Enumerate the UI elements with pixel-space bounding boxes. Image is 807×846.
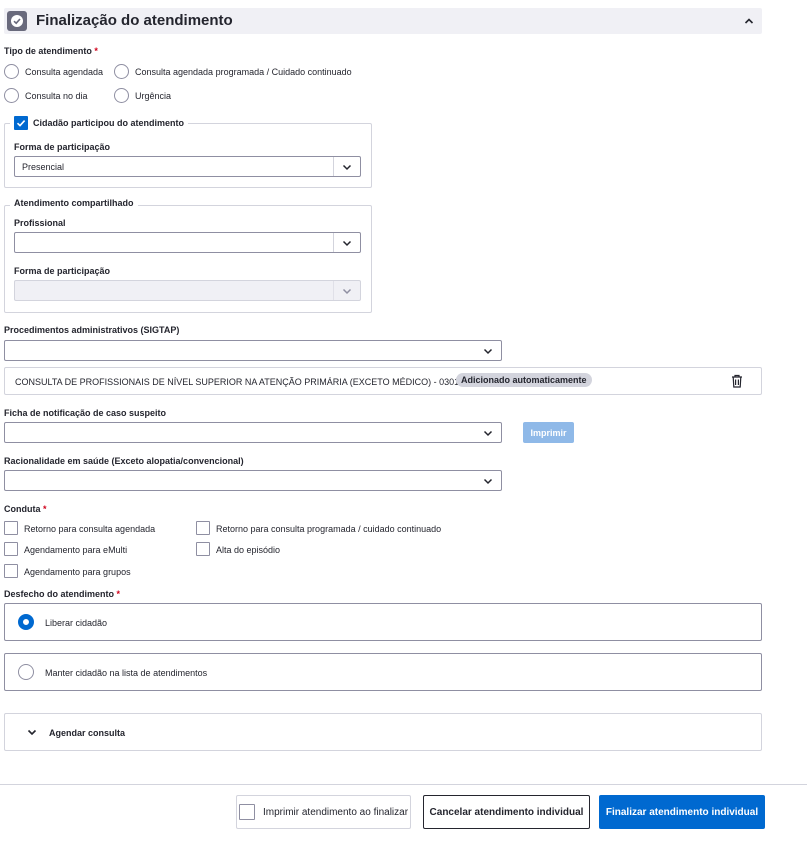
procedimento-item: CONSULTA DE PROFISSIONAIS DE NÍVEL SUPER…: [4, 367, 762, 395]
forma-label: Forma de participação: [14, 142, 111, 152]
checkbox-grupos[interactable]: [4, 564, 18, 578]
checkbox-label: Retorno para consulta programada / cuida…: [216, 524, 442, 534]
checkbox-label: Alta do episódio: [216, 545, 281, 555]
desfecho-option-label: Manter cidadão na lista de atendimentos: [45, 668, 208, 678]
chevron-down-icon: [333, 157, 360, 176]
check-icon: [16, 120, 26, 127]
procedimentos-label: Procedimentos administrativos (SIGTAP): [4, 325, 180, 335]
checkbox-alta-episodio[interactable]: [196, 542, 210, 556]
cidadao-legend: Cidadão participou do atendimento: [10, 115, 189, 131]
section-header[interactable]: Finalização do atendimento: [4, 8, 762, 34]
chevron-down-icon: [333, 233, 360, 252]
chevron-down-icon: [333, 281, 360, 300]
desfecho-option-label: Liberar cidadão: [45, 618, 108, 628]
checkbox-label: Agendamento para grupos: [24, 567, 131, 577]
cancelar-button[interactable]: Cancelar atendimento individual: [423, 795, 590, 829]
radio-label: Consulta no dia: [25, 91, 88, 101]
radio-label: Consulta agendada programada / Cuidado c…: [135, 67, 352, 77]
racionalidade-select[interactable]: [4, 470, 502, 491]
imprimir-button[interactable]: Imprimir: [523, 422, 574, 443]
compartilhado-legend: Atendimento compartilhado: [10, 198, 138, 209]
tipo-label-text: Tipo de atendimento: [4, 46, 92, 56]
check-circle-icon: [7, 11, 27, 31]
desfecho-option-manter[interactable]: Manter cidadão na lista de atendimentos: [4, 653, 762, 691]
required-mark: *: [94, 46, 98, 56]
finalizar-button[interactable]: Finalizar atendimento individual: [599, 795, 765, 829]
radio-consulta-programada[interactable]: [114, 64, 129, 79]
chevron-down-icon: [474, 423, 501, 442]
radio-consulta-agendada[interactable]: [4, 64, 19, 79]
radio-label: Consulta agendada: [25, 67, 104, 77]
radio-label: Urgência: [135, 91, 172, 101]
imprimir-ao-finalizar-toggle[interactable]: Imprimir atendimento ao finalizar: [236, 795, 411, 829]
forma-participacao-compartilhado-select[interactable]: [14, 280, 361, 301]
imprimir-checkbox-label: Imprimir atendimento ao finalizar: [262, 806, 409, 818]
procedimentos-select[interactable]: [4, 340, 502, 361]
checkbox-label: Agendamento para eMulti: [24, 545, 128, 555]
imprimir-checkbox[interactable]: [238, 804, 255, 820]
procedimento-text: CONSULTA DE PROFISSIONAIS DE NÍVEL SUPER…: [15, 377, 490, 387]
profissional-label: Profissional: [14, 218, 66, 228]
cidadao-checkbox[interactable]: [14, 116, 28, 130]
ficha-label: Ficha de notificação de caso suspeito: [4, 408, 167, 418]
trash-icon[interactable]: [731, 374, 743, 391]
chevron-up-icon[interactable]: [744, 16, 754, 26]
compartilhado-legend-text: Atendimento compartilhado: [14, 198, 134, 208]
section-title: Finalização do atendimento: [36, 12, 233, 29]
required-mark: *: [43, 504, 47, 514]
desfecho-label: Desfecho do atendimento *: [4, 589, 120, 599]
chevron-down-icon: [474, 341, 501, 360]
required-mark: *: [116, 589, 121, 599]
forma-participacao-select[interactable]: Presencial: [14, 156, 361, 177]
radio-urgencia[interactable]: [114, 88, 129, 103]
checkbox-retorno-programada[interactable]: [196, 521, 210, 535]
select-value: Presencial: [22, 162, 65, 172]
ficha-select[interactable]: [4, 422, 502, 443]
racionalidade-label: Racionalidade em saúde (Exceto alopatia/…: [4, 456, 244, 466]
desfecho-option-liberar[interactable]: Liberar cidadão: [4, 603, 762, 641]
desfecho-label-text: Desfecho do atendimento: [4, 589, 115, 599]
cidadao-checkbox-label: Cidadão participou do atendimento: [33, 118, 185, 128]
radio-consulta-no-dia[interactable]: [4, 88, 19, 103]
checkbox-retorno-agendada[interactable]: [4, 521, 18, 535]
agendar-consulta-label: Agendar consulta: [49, 728, 126, 738]
conduta-label: Conduta *: [4, 504, 47, 514]
agendar-consulta-panel[interactable]: Agendar consulta: [4, 713, 762, 751]
chevron-down-icon: [474, 471, 501, 490]
radio-manter[interactable]: [18, 664, 34, 680]
chevron-down-icon: [27, 727, 37, 740]
forma-label-compartilhado: Forma de participação: [14, 266, 111, 276]
auto-added-badge: Adicionado automaticamente: [456, 373, 592, 387]
checkbox-emulti[interactable]: [4, 542, 18, 556]
footer-divider: [0, 784, 807, 785]
checkbox-label: Retorno para consulta agendada: [24, 524, 156, 534]
conduta-label-text: Conduta: [4, 504, 41, 514]
tipo-label: Tipo de atendimento *: [4, 46, 98, 56]
radio-liberar[interactable]: [18, 614, 34, 630]
profissional-select[interactable]: [14, 232, 361, 253]
